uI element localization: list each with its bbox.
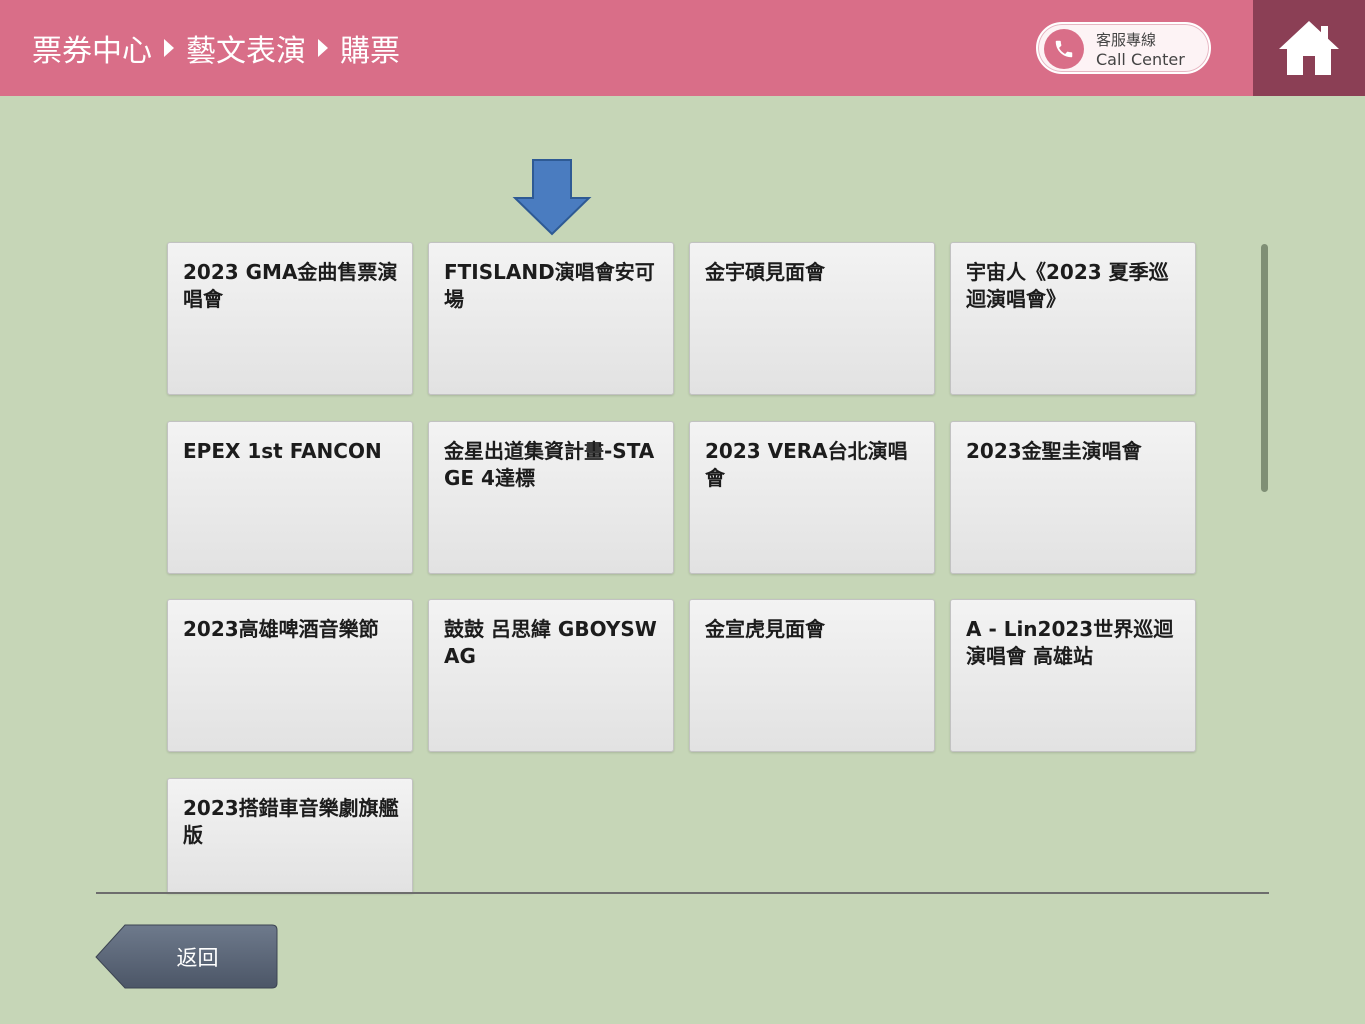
breadcrumb-item-ticket-center[interactable]: 票券中心	[32, 26, 152, 70]
phone-icon	[1044, 29, 1084, 69]
event-tile[interactable]: 2023搭錯車音樂劇旗艦版	[167, 778, 413, 893]
breadcrumb-item-buy-tickets: 購票	[340, 34, 400, 69]
event-tile[interactable]: 2023金聖圭演唱會	[950, 421, 1196, 574]
breadcrumb-separator-icon	[164, 39, 174, 57]
breadcrumb: 票券中心 藝文表演 購票	[32, 26, 400, 70]
divider	[96, 892, 1269, 894]
event-tile[interactable]: 金宇碩見面會	[689, 242, 935, 395]
call-center-button[interactable]: 客服專線 Call Center	[1036, 22, 1211, 74]
event-tile[interactable]: 金宣虎見面會	[689, 599, 935, 752]
event-tile[interactable]: 宇宙人《2023 夏季巡迴演唱會》	[950, 242, 1196, 395]
scrollbar[interactable]	[1261, 244, 1268, 492]
call-center-label-en: Call Center	[1096, 50, 1185, 69]
home-button[interactable]	[1253, 0, 1365, 96]
call-center-label-zh: 客服專線	[1096, 31, 1157, 49]
arrow-down-icon	[512, 159, 592, 236]
event-tile[interactable]: 2023 VERA台北演唱會	[689, 421, 935, 574]
event-tile[interactable]: 金星出道集資計畫-STAGE 4達標	[428, 421, 674, 574]
event-tile[interactable]: 2023高雄啤酒音樂節	[167, 599, 413, 752]
event-tile[interactable]: EPEX 1st FANCON	[167, 421, 413, 574]
event-tile[interactable]: 鼓鼓 呂思緯 GBOYSWAG	[428, 599, 674, 752]
event-tile[interactable]: FTISLAND演唱會安可場	[428, 242, 674, 395]
breadcrumb-item-performances[interactable]: 藝文表演	[186, 26, 306, 70]
home-icon	[1279, 21, 1339, 75]
event-tile[interactable]: 2023 GMA金曲售票演唱會	[167, 242, 413, 395]
header-bar: 票券中心 藝文表演 購票 客服專線 Call Center	[0, 0, 1365, 96]
breadcrumb-separator-icon	[318, 39, 328, 57]
event-tile[interactable]: A - Lin2023世界巡迴演唱會 高雄站	[950, 599, 1196, 752]
back-button[interactable]: 返回	[95, 924, 278, 989]
back-button-label: 返回	[176, 945, 219, 970]
